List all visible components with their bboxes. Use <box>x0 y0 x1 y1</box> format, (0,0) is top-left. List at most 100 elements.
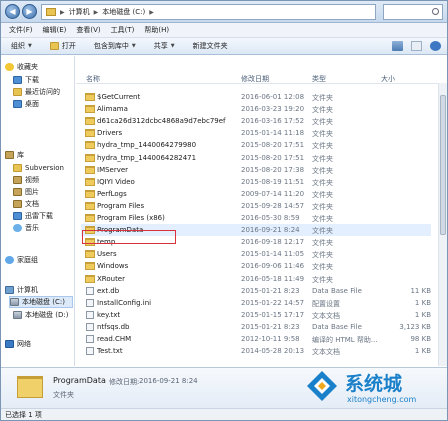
column-header-size[interactable]: 大小 <box>381 74 395 84</box>
file-row[interactable]: IMServer 2015-08-20 17:38 文件夹 <box>81 164 431 176</box>
file-row[interactable]: IQIYI Video 2015-08-19 11:51 文件夹 <box>81 176 431 188</box>
folder-icon <box>85 274 95 283</box>
new-folder-button[interactable]: 新建文件夹 <box>193 41 228 51</box>
sidebar-network[interactable]: 网络 <box>5 338 31 350</box>
menu-tools[interactable]: 工具(T) <box>111 25 135 35</box>
column-header-row: 名称 修改日期 类型 大小 <box>76 71 447 84</box>
menu-edit[interactable]: 编辑(E) <box>43 25 67 35</box>
column-header-date[interactable]: 修改日期 <box>241 74 269 84</box>
file-row[interactable]: Program Files 2015-09-28 14:57 文件夹 <box>81 200 431 212</box>
share-button[interactable]: 共享 ▼ <box>154 41 175 51</box>
watermark-logo-icon <box>307 371 337 401</box>
sidebar-item-documents[interactable]: 文档 <box>13 198 39 210</box>
sidebar-item-music[interactable]: 音乐 <box>13 222 39 234</box>
back-button[interactable]: ◀ <box>5 4 20 19</box>
file-row[interactable]: XRouter 2016-05-18 11:49 文件夹 <box>81 273 431 285</box>
open-label: 打开 <box>61 42 76 50</box>
sidebar-item-thunder-downloads[interactable]: 迅雷下载 <box>13 210 53 222</box>
open-button[interactable]: 打开 <box>49 41 76 51</box>
sidebar-item-downloads[interactable]: 下载 <box>13 74 39 86</box>
file-name: ntfsqs.db <box>97 322 130 331</box>
file-icon <box>86 310 94 319</box>
column-header-name[interactable]: 名称 <box>86 74 100 84</box>
include-in-library-button[interactable]: 包含到库中 ▼ <box>94 41 136 51</box>
sidebar-computer[interactable]: 计算机 <box>5 284 38 296</box>
file-type: 编译的 HTML 帮助... <box>312 336 378 344</box>
file-date: 2015-08-20 17:51 <box>241 153 305 162</box>
forward-button[interactable]: ▶ <box>22 4 37 19</box>
file-date: 2015-01-21 8:23 <box>241 286 300 295</box>
sidebar-item-drive-c[interactable]: 本地磁盘 (C:) <box>9 296 73 308</box>
sidebar-item-label: 收藏夹 <box>17 63 38 71</box>
file-type: 文件夹 <box>312 142 333 151</box>
file-row[interactable]: Alimama 2016-03-23 19:20 文件夹 <box>81 103 431 115</box>
file-type: 文件夹 <box>312 154 333 163</box>
view-mode-icon[interactable] <box>392 41 403 51</box>
music-icon <box>13 224 22 232</box>
preview-pane-icon[interactable] <box>411 41 422 51</box>
file-row[interactable]: d61ca26d312dcbc4868a9d7ebc79ef 2016-03-16… <box>81 115 431 127</box>
organize-label: 组织 <box>11 42 25 50</box>
sidebar-item-label: 本地磁盘 (C:) <box>22 298 65 306</box>
sidebar-libraries[interactable]: 库 <box>5 149 24 161</box>
file-row[interactable]: ext.db 2015-01-21 8:23 Data Base File 11 KB <box>81 285 431 297</box>
file-type: 文本文档 <box>312 311 340 320</box>
thunder-download-icon <box>13 212 22 220</box>
drive-icon <box>13 311 22 319</box>
star-icon <box>5 63 14 71</box>
file-name: Windows <box>97 262 129 271</box>
sidebar-homegroup[interactable]: 家庭组 <box>5 254 38 266</box>
file-date: 2016-09-06 11:46 <box>241 262 305 271</box>
sidebar-favorites[interactable]: 收藏夹 <box>5 61 38 73</box>
sidebar-item-label: 网络 <box>17 340 31 348</box>
organize-button[interactable]: 组织 ▼ <box>11 41 32 51</box>
file-type: 配置设置 <box>312 299 340 308</box>
file-row[interactable]: key.txt 2015-01-15 17:17 文本文档 1 KB <box>81 309 431 321</box>
file-date: 2016-06-01 12:08 <box>241 93 305 101</box>
desktop-icon <box>13 100 22 108</box>
vertical-scrollbar[interactable] <box>438 83 447 366</box>
file-row[interactable]: ntfsqs.db 2015-01-21 8:23 Data Base File 3,… <box>81 321 431 333</box>
file-icon <box>86 322 94 331</box>
menu-file[interactable]: 文件(F) <box>9 25 33 35</box>
file-date: 2015-01-22 14:57 <box>241 298 305 307</box>
file-row[interactable]: PerfLogs 2009-07-14 11:20 文件夹 <box>81 188 431 200</box>
menu-view[interactable]: 查看(V) <box>76 25 100 35</box>
file-row[interactable]: hydra_tmp_1440064279980 2015-08-20 17:51 文… <box>81 139 431 151</box>
sidebar-item-desktop[interactable]: 桌面 <box>13 98 39 110</box>
file-row[interactable]: InstallConfig.ini 2015-01-22 14:57 配置设置 1 K… <box>81 297 431 309</box>
sidebar-item-subversion[interactable]: Subversion <box>13 162 64 174</box>
column-header-type[interactable]: 类型 <box>312 74 326 84</box>
file-name: Test.txt <box>97 347 123 356</box>
breadcrumb-drive-c[interactable]: 本地磁盘 (C:) <box>102 7 145 17</box>
sidebar-item-pictures[interactable]: 图片 <box>13 186 39 198</box>
menu-help[interactable]: 帮助(H) <box>144 25 169 35</box>
file-row[interactable]: Test.txt 2014-05-28 20:13 文本文档 1 KB <box>81 345 431 357</box>
file-type: 文件夹 <box>312 251 333 260</box>
file-row[interactable]: Windows 2016-09-06 11:46 文件夹 <box>81 260 431 272</box>
file-row[interactable]: read.CHM 2012-10-11 9:58 编译的 HTML 帮助... 98 … <box>81 333 431 345</box>
new-folder-label: 新建文件夹 <box>192 42 228 50</box>
file-row[interactable]: $GetCurrent 2016-06-01 12:08 文件夹 <box>81 91 431 103</box>
sidebar-item-videos[interactable]: 视频 <box>13 174 39 186</box>
sidebar-item-label: 视频 <box>25 176 39 184</box>
search-input[interactable] <box>383 4 443 20</box>
address-bar[interactable]: ▶ 计算机 ▶ 本地磁盘 (C:) ▶ <box>41 4 376 20</box>
sidebar-item-label: 计算机 <box>17 286 38 294</box>
breadcrumb-computer[interactable]: 计算机 <box>69 7 90 17</box>
help-icon[interactable] <box>430 41 441 51</box>
file-name: InstallConfig.ini <box>97 298 152 307</box>
file-name: IQIYI Video <box>97 177 135 186</box>
scrollbar-thumb[interactable] <box>440 95 446 235</box>
sidebar-item-label: 库 <box>17 151 24 159</box>
search-icon <box>432 8 439 15</box>
file-type: Data Base File <box>312 286 362 295</box>
file-row[interactable]: Drivers 2015-01-14 11:18 文件夹 <box>81 127 431 139</box>
file-row[interactable]: hydra_tmp_1440064282471 2015-08-20 17:51 文… <box>81 152 431 164</box>
video-icon <box>13 176 22 184</box>
file-row[interactable]: Users 2015-01-14 11:05 文件夹 <box>81 248 431 260</box>
sidebar-item-recent[interactable]: 最近访问的 <box>13 86 60 98</box>
sidebar-item-label: 音乐 <box>25 224 39 232</box>
sidebar-item-drive-d[interactable]: 本地磁盘 (D:) <box>13 309 68 321</box>
file-row[interactable]: Program Files (x86) 2016-05-30 8:59 文件夹 <box>81 212 431 224</box>
